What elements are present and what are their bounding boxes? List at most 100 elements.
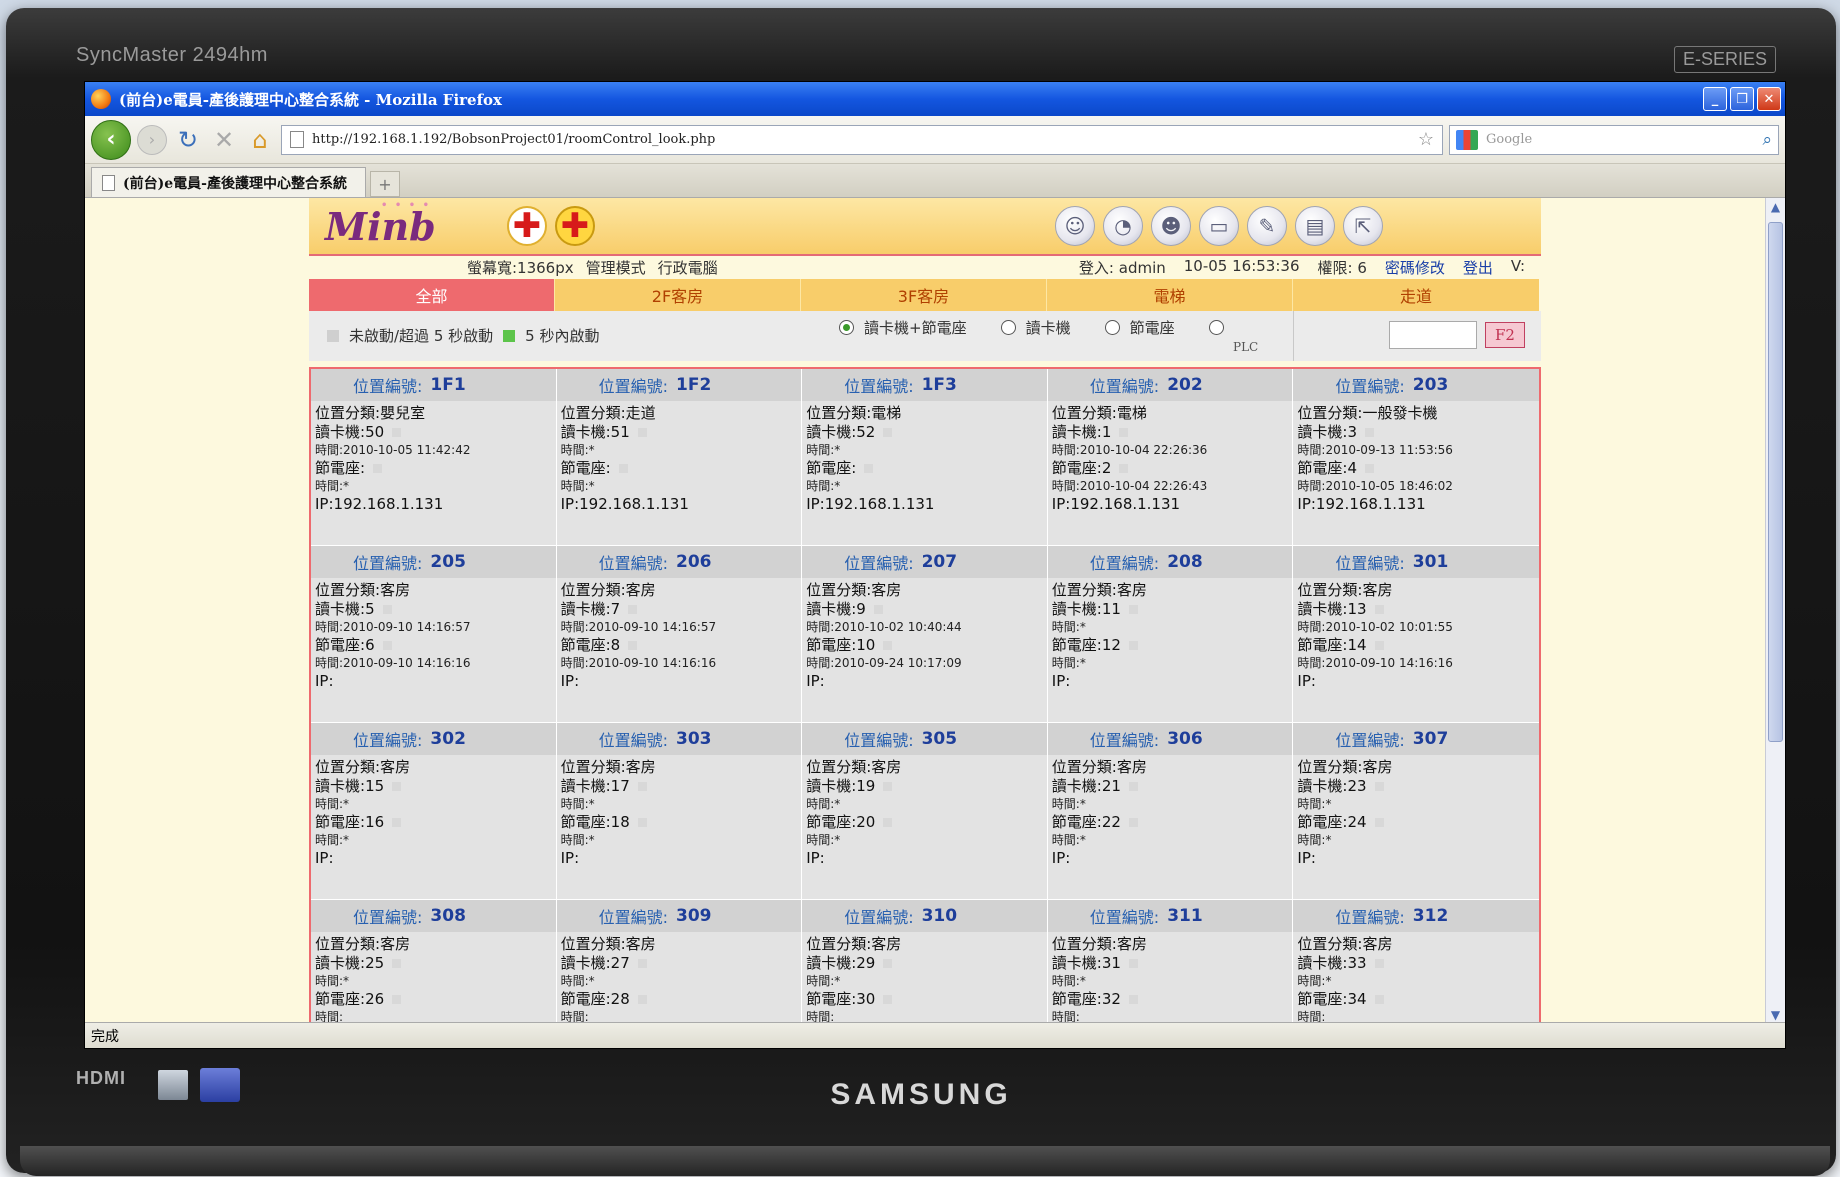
category-label: 位置分類:: [806, 404, 872, 422]
restore-button[interactable]: ❐: [1730, 87, 1754, 111]
tab-corridor[interactable]: 走道: [1293, 279, 1539, 311]
reader-status-dot: [1128, 959, 1138, 968]
radio-plc[interactable]: [1208, 317, 1224, 338]
stop-icon[interactable]: ✕: [209, 126, 239, 154]
socket-label: 節電座:: [560, 990, 611, 1008]
category-label: 位置分類:: [806, 935, 872, 953]
tab-2f-rooms[interactable]: 2F客房: [555, 279, 801, 311]
search-bar[interactable]: Google ⌕: [1449, 124, 1779, 155]
room-grid: 位置編號: 1F1 位置分類:嬰兒室 讀卡機:50 時間:2010-10-05 11:4…: [309, 367, 1541, 1024]
bookmark-star-icon[interactable]: ☆: [1418, 129, 1434, 150]
time-label: 時間:: [560, 797, 589, 811]
reader-label: 讀卡機:: [560, 777, 611, 795]
tab-3f-rooms[interactable]: 3F客房: [801, 279, 1047, 311]
search-icon[interactable]: ⌕: [1762, 130, 1772, 150]
address-bar[interactable]: http://192.168.1.192/BobsonProject01/roo…: [281, 124, 1443, 155]
room-card[interactable]: 位置編號: 301 位置分類:客房 讀卡機:13 時間:2010-10-02 10:01…: [1293, 546, 1539, 723]
socket-label: 節電座:: [315, 459, 366, 477]
socket-value: 26: [365, 990, 385, 1008]
room-card[interactable]: 位置編號: 202 位置分類:電梯 讀卡機:1 時間:2010-10-04 22:26:…: [1047, 369, 1294, 546]
vertical-scrollbar[interactable]: ▲ ▼: [1765, 198, 1785, 1024]
card-body: 位置分類:客房讀卡機:33時間:*節電座:34時間:IP:: [1293, 932, 1539, 1024]
card-header: 位置編號: 202: [1047, 369, 1293, 401]
time-label: 時間:: [1051, 443, 1080, 457]
room-card[interactable]: 位置編號: 306 位置分類:客房 讀卡機:21 時間:* 節電座:22 時間:* IP:: [1047, 723, 1294, 900]
room-card[interactable]: 位置編號: 205 位置分類:客房 讀卡機:5 時間:2010-09-10 14:16:…: [311, 546, 557, 723]
reader-label: 讀卡機:: [560, 600, 611, 618]
card-icon[interactable]: ▤: [1295, 206, 1335, 246]
socket-status-dot: [1128, 995, 1138, 1004]
info-bar: 螢幕寬:1366px 管理模式 行政電腦 登入: admin 10-05 16:…: [309, 256, 1541, 278]
room-card[interactable]: 位置編號: 203 位置分類:一般發卡機 讀卡機:3 時間:2010-09-13 11:…: [1293, 369, 1539, 546]
tool-icon[interactable]: ✎: [1247, 206, 1287, 246]
time-label: 時間:: [1051, 974, 1080, 988]
room-card[interactable]: 位置編號:311位置分類:客房讀卡機:31時間:*節電座:32時間:IP:: [1047, 900, 1294, 1024]
change-password-link[interactable]: 密碼修改: [1385, 257, 1445, 278]
room-number: 305: [921, 729, 958, 749]
room-card[interactable]: 位置編號: 1F1 位置分類:嬰兒室 讀卡機:50 時間:2010-10-05 11:4…: [311, 369, 557, 546]
browser-tab[interactable]: (前台)e電員-產後護理中心整合系統: [91, 167, 366, 197]
room-card[interactable]: 位置編號: 1F3 位置分類:電梯 讀卡機:52 時間:* 節電座: 時間:* IP:192.…: [802, 369, 1048, 546]
scroll-up-icon[interactable]: ▲: [1766, 198, 1785, 216]
reader-label: 讀卡機:: [1051, 423, 1102, 441]
medical-cross-icon[interactable]: ✚: [507, 206, 547, 246]
card-header: 位置編號: 302: [311, 723, 556, 755]
baby-icon[interactable]: ◔: [1103, 206, 1143, 246]
staff-icon[interactable]: ☻: [1151, 206, 1191, 246]
tab-page-icon: [102, 174, 115, 191]
room-card[interactable]: 位置編號: 303 位置分類:客房 讀卡機:17 時間:* 節電座:18 時間:* IP:: [556, 723, 803, 900]
exit-icon[interactable]: ⇱: [1343, 206, 1383, 246]
room-card[interactable]: 位置編號:310位置分類:客房讀卡機:29時間:*節電座:30時間:IP:: [802, 900, 1048, 1024]
room-card[interactable]: 位置編號:312位置分類:客房讀卡機:33時間:*節電座:34時間:IP:: [1293, 900, 1539, 1024]
radio-reader-and-socket[interactable]: 讀卡機+節電座: [839, 317, 967, 338]
tab-elevator[interactable]: 電梯: [1047, 279, 1293, 311]
firefox-icon: [91, 89, 111, 109]
radio-socket[interactable]: 節電座: [1104, 317, 1175, 338]
monitor-icon[interactable]: ▭: [1199, 206, 1239, 246]
status-bar: 完成: [85, 1022, 1785, 1048]
socket-status-dot: [1374, 641, 1384, 650]
search-input[interactable]: [1389, 321, 1477, 349]
reload-icon[interactable]: ↻: [173, 126, 203, 154]
radio-reader[interactable]: 讀卡機: [1000, 317, 1071, 338]
card-body: 位置分類:走道 讀卡機:51 時間:* 節電座: 時間:* IP:192.168.1.13…: [557, 401, 802, 517]
room-card[interactable]: 位置編號: 307 位置分類:客房 讀卡機:23 時間:* 節電座:24 時間:* IP:: [1293, 723, 1539, 900]
f2-button[interactable]: F2: [1485, 322, 1525, 348]
socket-label: 節電座:: [1297, 990, 1348, 1008]
home-icon[interactable]: ⌂: [245, 126, 275, 154]
room-card[interactable]: 位置編號: 206 位置分類:客房 讀卡機:7 時間:2010-09-10 14:16:…: [556, 546, 803, 723]
tab-all[interactable]: 全部: [309, 279, 555, 311]
room-card[interactable]: 位置編號: 208 位置分類:客房 讀卡機:11 時間:* 節電座:12 時間:* IP:: [1047, 546, 1294, 723]
medical-cross-yellow-icon[interactable]: ✚: [555, 206, 595, 246]
time-label: 時間:: [315, 974, 344, 988]
room-card[interactable]: 位置編號:309位置分類:客房讀卡機:27時間:*節電座:28時間:IP:: [556, 900, 803, 1024]
socket-status-dot: [864, 464, 874, 473]
position-no-label: 位置編號:: [844, 908, 914, 927]
new-tab-button[interactable]: +: [369, 171, 400, 197]
reader-status-dot: [637, 782, 647, 791]
time-label: 時間:: [315, 479, 344, 493]
mother-icon[interactable]: ☺: [1055, 206, 1095, 246]
google-icon[interactable]: [1456, 129, 1478, 150]
room-card[interactable]: 位置編號: 305 位置分類:客房 讀卡機:19 時間:* 節電座:20 時間:* IP:: [802, 723, 1048, 900]
time-label: 時間:: [806, 833, 835, 847]
card-header: 位置編號: 301: [1293, 546, 1539, 578]
socket-value: 20: [856, 813, 876, 831]
room-card[interactable]: 位置編號:308位置分類:客房讀卡機:25時間:*節電座:26時間:IP:: [311, 900, 557, 1024]
forward-button[interactable]: ›: [137, 124, 167, 155]
back-button[interactable]: ‹: [91, 119, 131, 160]
close-button[interactable]: ✕: [1757, 87, 1781, 111]
room-number: 205: [430, 552, 466, 572]
room-card[interactable]: 位置編號: 302 位置分類:客房 讀卡機:15 時間:* 節電座:16 時間:* IP:: [311, 723, 557, 900]
control-divider: [1293, 311, 1294, 361]
room-card[interactable]: 位置編號: 1F2 位置分類:走道 讀卡機:51 時間:* 節電座: 時間:* IP:192.…: [556, 369, 803, 546]
minimize-button[interactable]: _: [1703, 87, 1727, 111]
socket-time: *: [1325, 833, 1332, 847]
logout-link[interactable]: 登出: [1463, 257, 1493, 278]
scroll-thumb[interactable]: [1768, 222, 1783, 742]
reader-value: 25: [365, 954, 385, 972]
socket-time: *: [1079, 833, 1086, 847]
reader-value: 17: [610, 777, 630, 795]
room-card[interactable]: 位置編號: 207 位置分類:客房 讀卡機:9 時間:2010-10-02 10:40:…: [802, 546, 1048, 723]
reader-label: 讀卡機:: [315, 423, 366, 441]
